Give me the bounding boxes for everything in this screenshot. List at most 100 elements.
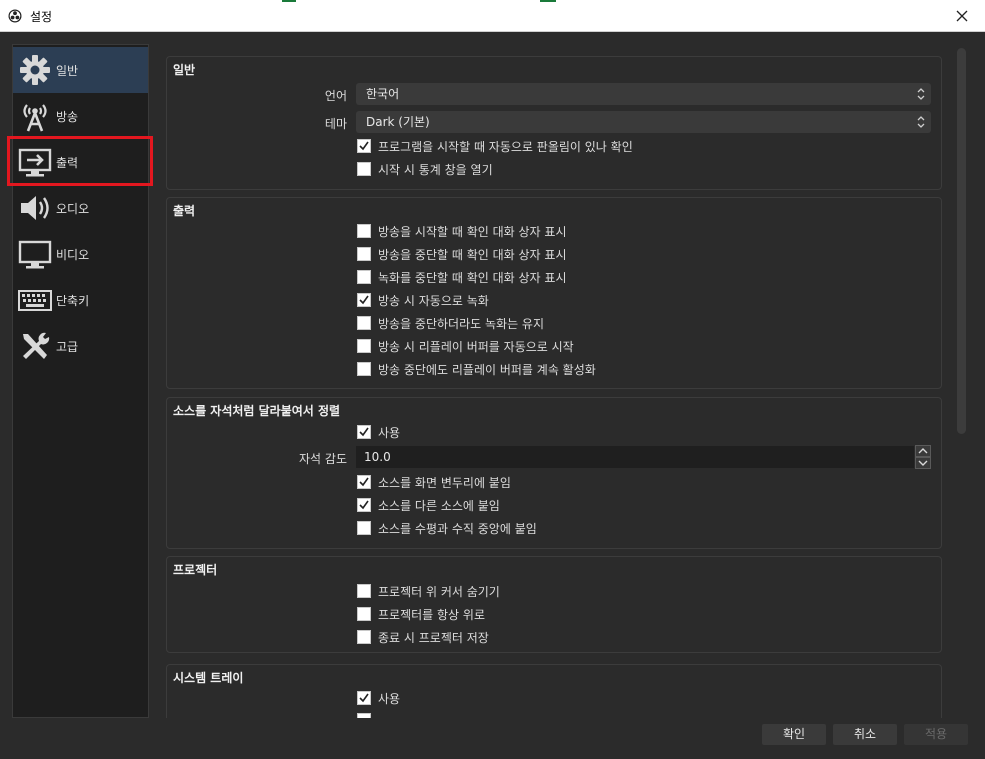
group-projector: 프로젝터 프로젝터 위 커서 숨기기 프로젝터를 항상 위로 종료 시 프로젝터… [166, 556, 942, 653]
snapping-enable-checkbox[interactable]: 사용 [357, 423, 400, 441]
checkbox-label: 방송을 중단하더라도 녹화는 유지 [378, 316, 545, 331]
confirm-stop-record-checkbox[interactable]: 녹화를 중단할 때 확인 대화 상자 표시 [357, 268, 567, 286]
group-title: 시스템 트레이 [173, 671, 244, 685]
confirm-stop-stream-checkbox[interactable]: 방송을 중단할 때 확인 대화 상자 표시 [357, 245, 567, 263]
checkmark-icon [359, 693, 369, 703]
projector-always-on-top-checkbox[interactable]: 프로젝터를 항상 위로 [357, 605, 485, 623]
checkbox-label: 프로젝터를 항상 위로 [378, 607, 485, 622]
sidebar-item-label: 비디오 [56, 248, 90, 262]
sidebar-item-label: 방송 [56, 110, 79, 124]
checkbox-label: 녹화를 중단할 때 확인 대화 상자 표시 [378, 270, 567, 285]
checkbox-label: 방송을 중단할 때 확인 대화 상자 표시 [378, 247, 567, 262]
auto-replay-buffer-checkbox[interactable]: 방송 시 리플레이 버퍼를 자동으로 시작 [357, 337, 574, 355]
group-title: 출력 [173, 204, 196, 218]
checkmark-icon [359, 477, 369, 487]
checkbox-box [357, 691, 371, 705]
checkbox-label: 종료 시 프로젝터 저장 [378, 630, 489, 645]
sidebar-item-label: 고급 [56, 340, 79, 354]
group-general: 일반 언어 한국어 테마 Dark (기본) 프로그램을 시작할 때 자동으로 … [166, 56, 942, 190]
save-projectors-checkbox[interactable]: 종료 시 프로젝터 저장 [357, 628, 489, 646]
tools-icon [23, 332, 50, 359]
snap-sensitivity-label: 자석 감도 [299, 452, 347, 466]
checkbox-label: 방송 중단에도 리플레이 버퍼를 계속 활성화 [378, 362, 596, 377]
sidebar-item-label: 오디오 [56, 202, 90, 216]
sidebar-item-label: 일반 [56, 64, 79, 78]
apply-button[interactable]: 적용 [904, 724, 968, 745]
checkbox-box [357, 270, 371, 284]
checkbox-box [357, 584, 371, 598]
sidebar-item-advanced[interactable]: 고급 [13, 323, 148, 369]
checkbox-label: 방송 시 리플레이 버퍼를 자동으로 시작 [378, 339, 574, 354]
content-scrollbar[interactable] [954, 44, 968, 718]
title-bar: 설정 [0, 0, 985, 32]
group-title: 프로젝터 [173, 563, 218, 577]
snap-screen-edge-checkbox[interactable]: 소스를 화면 변두리에 붙임 [357, 473, 511, 491]
snap-other-sources-checkbox[interactable]: 소스를 다른 소스에 붙임 [357, 496, 500, 514]
sidebar-item-general[interactable]: 일반 [13, 47, 148, 93]
checkbox-label: 프로젝터 위 커서 숨기기 [378, 584, 500, 599]
broadcast-antenna-icon [23, 104, 47, 132]
language-select[interactable]: 한국어 [356, 83, 931, 105]
checkbox-box [357, 498, 371, 512]
hide-projector-cursor-checkbox[interactable]: 프로젝터 위 커서 숨기기 [357, 582, 500, 600]
settings-sidebar: 일반 방송 출력 오디오 비디오 단축키 고급 [12, 44, 149, 718]
checkbox-label: 시작 시 통계 창을 열기 [378, 162, 493, 177]
keep-replay-buffer-checkbox[interactable]: 방송 중단에도 리플레이 버퍼를 계속 활성화 [357, 360, 596, 378]
sidebar-item-video[interactable]: 비디오 [13, 231, 148, 277]
monitor-icon [18, 240, 52, 269]
snap-sensitivity-input[interactable]: 10.0 [356, 446, 914, 468]
tray-partial-checkbox[interactable] [357, 713, 371, 718]
group-system-tray: 시스템 트레이 사용 [166, 664, 942, 718]
output-monitor-icon [18, 148, 52, 177]
obs-logo-icon [8, 9, 22, 23]
spin-buttons-icon[interactable] [915, 445, 931, 469]
sidebar-item-stream[interactable]: 방송 [13, 93, 148, 139]
ok-button[interactable]: 확인 [762, 724, 826, 745]
checkmark-icon [359, 427, 369, 437]
snap-center-checkbox[interactable]: 소스를 수평과 수직 중앙에 붙임 [357, 519, 537, 537]
sidebar-item-output[interactable]: 출력 [13, 139, 148, 185]
checkmark-icon [359, 295, 369, 305]
checkbox-box [357, 316, 371, 330]
confirm-start-stream-checkbox[interactable]: 방송을 시작할 때 확인 대화 상자 표시 [357, 222, 567, 240]
checkbox-box [357, 247, 371, 261]
group-title: 소스를 자석처럼 달라붙여서 정렬 [173, 404, 341, 418]
close-icon [956, 10, 968, 22]
checkmark-icon [359, 141, 369, 151]
theme-select[interactable]: Dark (기본) [356, 111, 931, 133]
checkbox-label: 사용 [378, 691, 401, 706]
checkbox-box [357, 339, 371, 353]
speaker-icon [21, 196, 49, 220]
checkbox-label: 소스를 수평과 수직 중앙에 붙임 [378, 521, 537, 536]
checkbox-box [357, 293, 371, 307]
checkbox-box [357, 362, 371, 376]
tray-enable-checkbox[interactable]: 사용 [357, 689, 400, 707]
scrollbar-thumb[interactable] [957, 48, 966, 434]
check-updates-checkbox[interactable]: 프로그램을 시작할 때 자동으로 판올림이 있나 확인 [357, 137, 633, 155]
chevron-updown-icon [917, 88, 925, 100]
chevron-updown-icon [917, 116, 925, 128]
keyboard-icon [18, 290, 52, 311]
checkbox-label: 사용 [378, 425, 401, 440]
window-title: 설정 [30, 10, 53, 24]
gear-icon [20, 55, 50, 85]
checkbox-box [357, 425, 371, 439]
sidebar-item-hotkeys[interactable]: 단축키 [13, 277, 148, 323]
checkbox-label: 방송 시 자동으로 녹화 [378, 293, 489, 308]
close-button[interactable] [939, 0, 985, 32]
checkbox-label: 소스를 다른 소스에 붙임 [378, 498, 500, 513]
settings-content: 일반 언어 한국어 테마 Dark (기본) 프로그램을 시작할 때 자동으로 … [157, 44, 950, 718]
checkmark-icon [359, 500, 369, 510]
keep-recording-checkbox[interactable]: 방송을 중단하더라도 녹화는 유지 [357, 314, 544, 332]
theme-label: 테마 [324, 117, 347, 131]
checkbox-box [357, 713, 371, 718]
open-stats-checkbox[interactable]: 시작 시 통계 창을 열기 [357, 160, 493, 178]
auto-record-checkbox[interactable]: 방송 시 자동으로 녹화 [357, 291, 489, 309]
sidebar-item-label: 출력 [56, 156, 79, 170]
checkbox-box [357, 162, 371, 176]
checkbox-label: 소스를 화면 변두리에 붙임 [378, 475, 511, 490]
sidebar-item-audio[interactable]: 오디오 [13, 185, 148, 231]
checkbox-label: 프로그램을 시작할 때 자동으로 판올림이 있나 확인 [378, 139, 633, 154]
cancel-button[interactable]: 취소 [833, 724, 897, 745]
group-output: 출력 방송을 시작할 때 확인 대화 상자 표시 방송을 중단할 때 확인 대화… [166, 197, 942, 389]
